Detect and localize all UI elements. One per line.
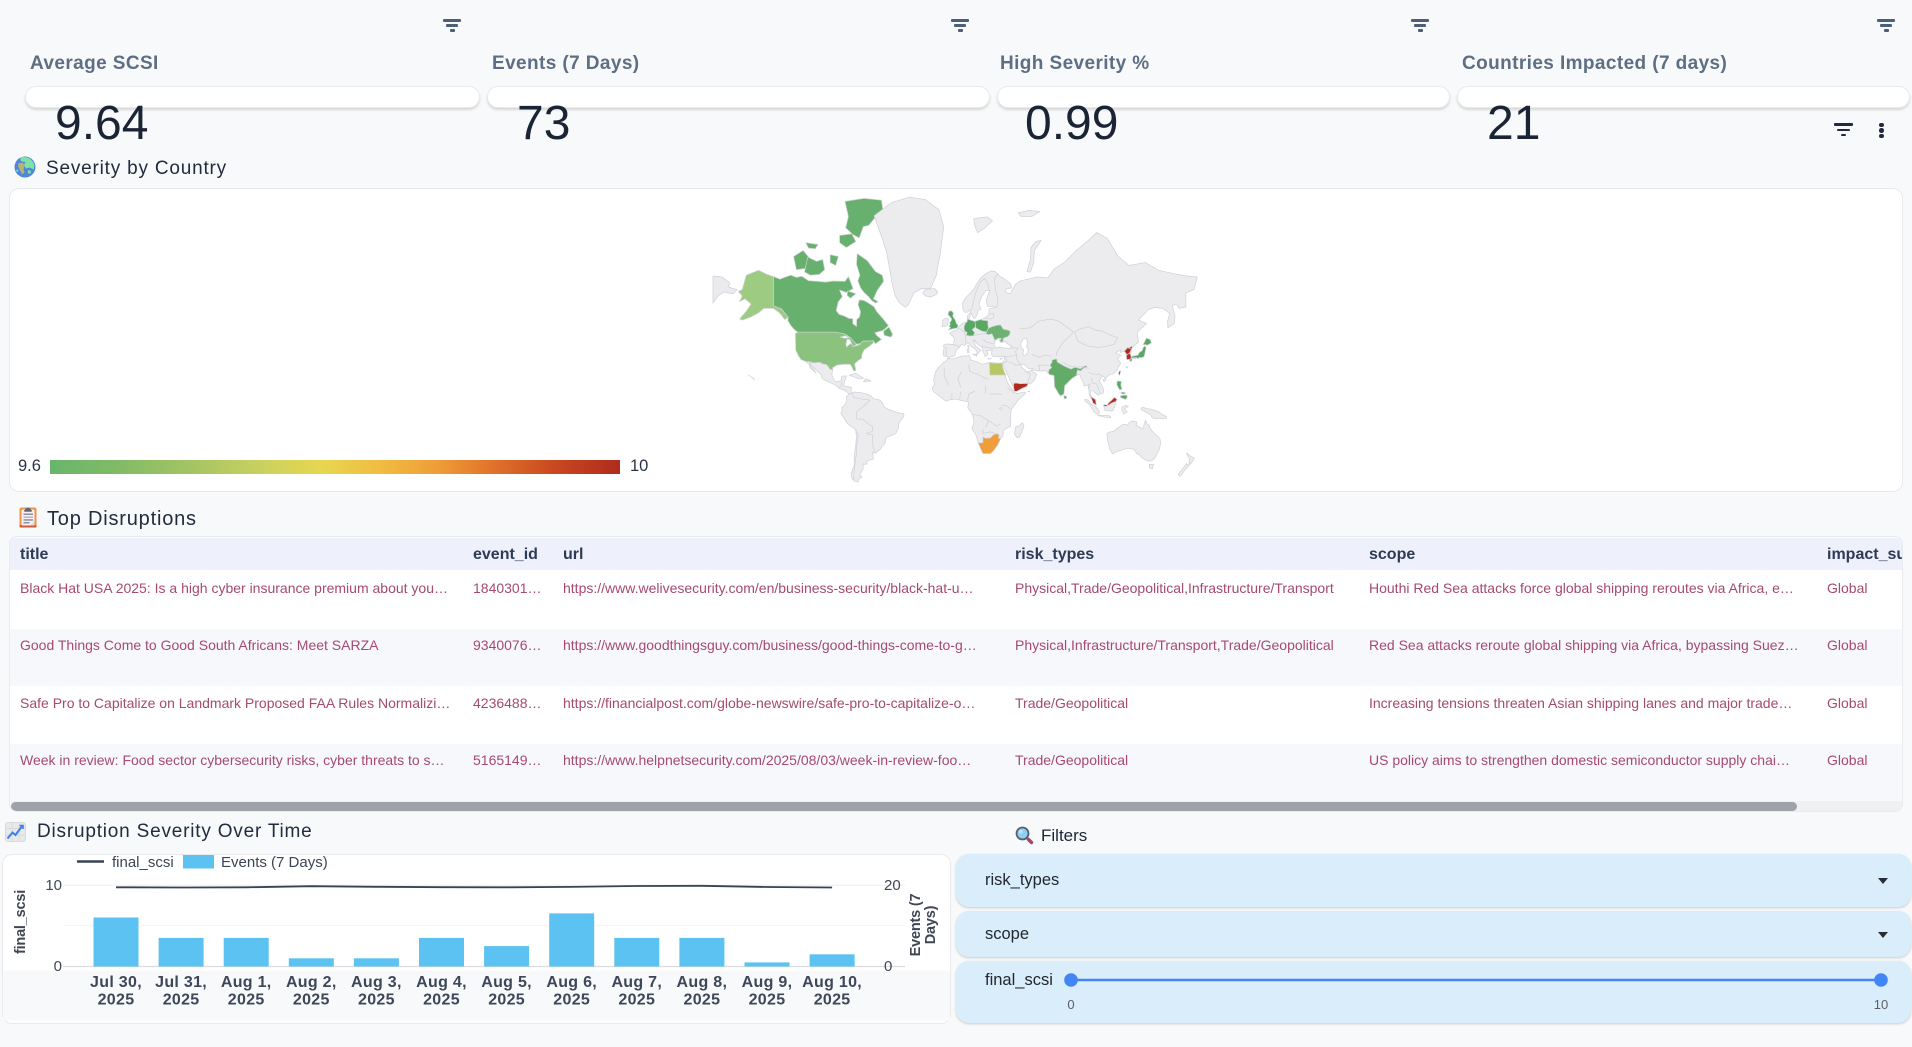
svg-text:Aug 8,: Aug 8, [677, 974, 728, 991]
svg-text:2025: 2025 [553, 992, 590, 1009]
svg-text:Aug 1,: Aug 1, [221, 974, 272, 991]
svg-text:final_scsi: final_scsi [112, 854, 174, 871]
svg-text:Aug 9,: Aug 9, [742, 974, 793, 991]
svg-text:2025: 2025 [293, 992, 330, 1009]
svg-text:Aug 10,: Aug 10, [802, 974, 862, 991]
svg-text:2025: 2025 [358, 992, 395, 1009]
svg-text:final_scsi: final_scsi [13, 890, 29, 954]
svg-text:2025: 2025 [228, 992, 265, 1009]
svg-text:Events (7Days): Events (7Days) [908, 894, 939, 957]
svg-text:Aug 6,: Aug 6, [546, 974, 597, 991]
svg-text:0: 0 [54, 958, 62, 975]
svg-text:2025: 2025 [163, 992, 200, 1009]
svg-text:0: 0 [1067, 997, 1074, 1012]
svg-text:10: 10 [45, 877, 62, 894]
svg-text:20: 20 [884, 877, 901, 894]
svg-text:2025: 2025 [684, 992, 721, 1009]
svg-text:2025: 2025 [814, 992, 851, 1009]
svg-text:2025: 2025 [618, 992, 655, 1009]
svg-text:2025: 2025 [749, 992, 786, 1009]
svg-text:Aug 2,: Aug 2, [286, 974, 337, 991]
svg-text:2025: 2025 [98, 992, 135, 1009]
svg-text:Jul 31,: Jul 31, [155, 974, 207, 991]
svg-text:Jul 30,: Jul 30, [90, 974, 142, 991]
svg-text:2025: 2025 [488, 992, 525, 1009]
svg-text:Events (7 Days): Events (7 Days) [221, 854, 328, 871]
svg-text:2025: 2025 [423, 992, 460, 1009]
svg-text:Aug 5,: Aug 5, [481, 974, 532, 991]
svg-text:Aug 4,: Aug 4, [416, 974, 467, 991]
svg-text:Aug 3,: Aug 3, [351, 974, 402, 991]
svg-text:10: 10 [1874, 997, 1888, 1012]
svg-text:0: 0 [884, 958, 892, 975]
svg-text:Aug 7,: Aug 7, [611, 974, 662, 991]
